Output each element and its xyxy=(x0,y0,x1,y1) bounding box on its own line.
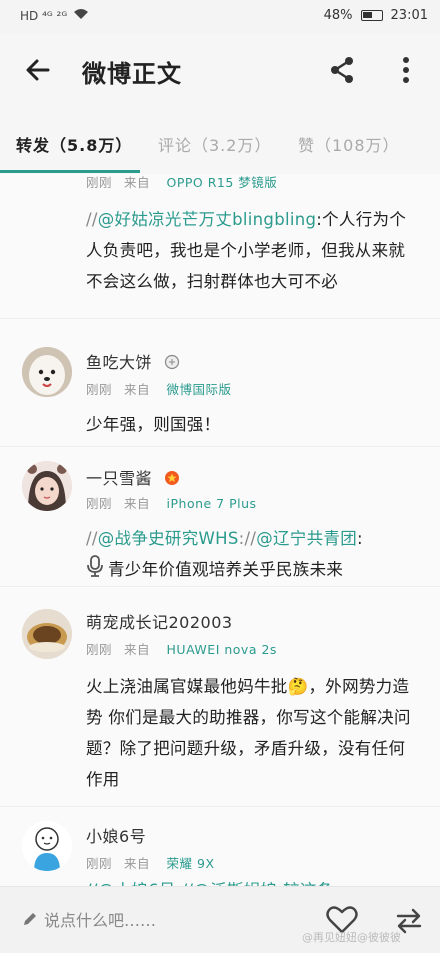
clock: 23:01 xyxy=(390,8,428,23)
tab-reposts[interactable]: 转发（5.8万） xyxy=(16,132,132,156)
member-badge-icon xyxy=(164,354,180,374)
post-meta: 刚刚 来自 HUAWEI nova 2s xyxy=(86,639,277,658)
post-meta: 刚刚 来自 微博国际版 xyxy=(86,379,232,398)
repost-feed[interactable]: 刚刚 来自 OPPO R15 梦镜版 //@好姑凉光芒万丈blingbling:个… xyxy=(0,174,440,886)
username[interactable]: 小娘6号 xyxy=(86,823,146,847)
post-source[interactable]: 荣耀 9X xyxy=(167,856,215,871)
post-source[interactable]: HUAWEI nova 2s xyxy=(167,642,277,657)
post-time: 刚刚 xyxy=(86,175,113,190)
more-vert-icon xyxy=(403,57,409,83)
repost-slashes: // xyxy=(86,210,98,229)
from-label: 来自 xyxy=(124,642,151,657)
username[interactable]: 一只雪酱 xyxy=(86,465,180,490)
watermark: @再见妞妞@彼彼彼 xyxy=(302,931,401,944)
from-label: 来自 xyxy=(124,856,151,871)
mention-link[interactable]: @好姑凉光芒万丈blingbling xyxy=(98,210,317,229)
post-meta: 刚刚 来自 荣耀 9X xyxy=(86,853,215,872)
avatar[interactable] xyxy=(22,821,72,871)
avatar[interactable] xyxy=(22,347,72,397)
verified-badge-icon xyxy=(164,470,180,490)
post-content: //@好姑凉光芒万丈blingbling:个人行为个人负责吧，我也是个小学老师，… xyxy=(86,204,418,297)
post-content: 少年强，则国强！ xyxy=(86,415,221,434)
username-text: 鱼吃大饼 xyxy=(86,353,153,372)
list-item[interactable]: 鱼吃大饼 刚刚 来自 微博国际版 少年强，则国强！ xyxy=(0,319,440,447)
comment-input[interactable]: 说点什么吧…… xyxy=(22,907,156,931)
username-text: 一只雪酱 xyxy=(86,469,153,488)
post-text: 火上浇油属官媒最他妈牛批 xyxy=(86,677,288,696)
post-content: //@小娘6号://@泛斯娟娘:较这条 xyxy=(86,875,418,886)
share-icon xyxy=(331,57,353,83)
mention-link[interactable]: @战争史研究WHS xyxy=(98,529,239,548)
more-button[interactable] xyxy=(396,54,416,86)
signal-icons: HD ⁴ᴳ ²ᴳ xyxy=(20,8,68,23)
post-time: 刚刚 xyxy=(86,382,113,397)
avatar[interactable] xyxy=(22,609,72,659)
tab-bar: 转发（5.8万） 评论（3.2万） 赞（108万） xyxy=(0,122,440,174)
post-content: 火上浇油属官媒最他妈牛批🤔，外网势力造势 你们是最大的助推器，你写这个能解决问题… xyxy=(86,671,418,795)
post-meta: 刚刚 来自 iPhone 7 Plus xyxy=(86,493,257,512)
post-source[interactable]: 微博国际版 xyxy=(167,382,232,397)
list-item[interactable]: 刚刚 来自 OPPO R15 梦镜版 //@好姑凉光芒万丈blingbling:个… xyxy=(0,174,440,319)
username[interactable]: 萌宠成长记202003 xyxy=(86,609,233,633)
list-item[interactable]: 小娘6号 刚刚来自 荣耀 9X //@小娘6号://@泛斯娟娘:较这条 xyxy=(0,807,440,886)
mention-link[interactable]: @辽宁共青团 xyxy=(256,529,357,548)
share-button[interactable] xyxy=(326,54,358,86)
status-right: 48% 23:01 xyxy=(324,8,428,23)
post-time: 刚刚 xyxy=(86,642,113,657)
repost-slashes: :// xyxy=(238,529,257,548)
battery-icon xyxy=(360,10,383,21)
page-title: 微博正文 xyxy=(82,60,182,88)
post-text: 青少年价值观培养关乎民族未来 xyxy=(108,560,344,579)
post-source[interactable]: OPPO R15 梦镜版 xyxy=(167,175,278,190)
arrow-left-icon xyxy=(26,59,50,81)
post-source[interactable]: iPhone 7 Plus xyxy=(167,496,257,511)
battery-percent: 48% xyxy=(323,8,353,23)
post-time: 刚刚 xyxy=(86,856,113,871)
list-item[interactable]: 一只雪酱 刚刚 来自 iPhone 7 Plus //@战争史研究WHS://@辽… xyxy=(0,447,440,587)
colon-text: : xyxy=(357,529,363,548)
from-label: 来自 xyxy=(124,496,151,511)
thinking-emoji-icon: 🤔 xyxy=(287,677,309,696)
list-item[interactable]: 萌宠成长记202003 刚刚 来自 HUAWEI nova 2s 火上浇油属官媒最… xyxy=(0,587,440,807)
post-time: 刚刚 xyxy=(86,496,113,511)
from-label: 来自 xyxy=(124,175,151,190)
comment-placeholder: 说点什么吧…… xyxy=(44,911,157,930)
app-bar: 微博正文 xyxy=(0,34,440,106)
tab-comments[interactable]: 评论（3.2万） xyxy=(158,132,271,156)
tab-indicator xyxy=(0,170,140,173)
post-content: //@战争史研究WHS://@辽宁共青团: 青少年价值观培养关乎民族未来 xyxy=(86,523,418,587)
pencil-icon xyxy=(24,913,36,925)
wifi-icon xyxy=(73,8,89,23)
bottom-bar: 说点什么吧…… @再见妞妞@彼彼彼 xyxy=(0,886,440,953)
username[interactable]: 鱼吃大饼 xyxy=(86,349,180,374)
status-bar: HD ⁴ᴳ ²ᴳ 48% 23:01 xyxy=(0,0,440,34)
microphone-icon xyxy=(86,554,104,587)
back-button[interactable] xyxy=(22,54,54,86)
status-left-icons: HD ⁴ᴳ ²ᴳ xyxy=(20,8,89,23)
repost-slashes: // xyxy=(86,529,98,548)
avatar[interactable] xyxy=(22,461,72,511)
tab-likes[interactable]: 赞（108万） xyxy=(298,132,400,156)
post-meta: 刚刚 来自 OPPO R15 梦镜版 xyxy=(86,174,277,191)
from-label: 来自 xyxy=(124,382,151,397)
